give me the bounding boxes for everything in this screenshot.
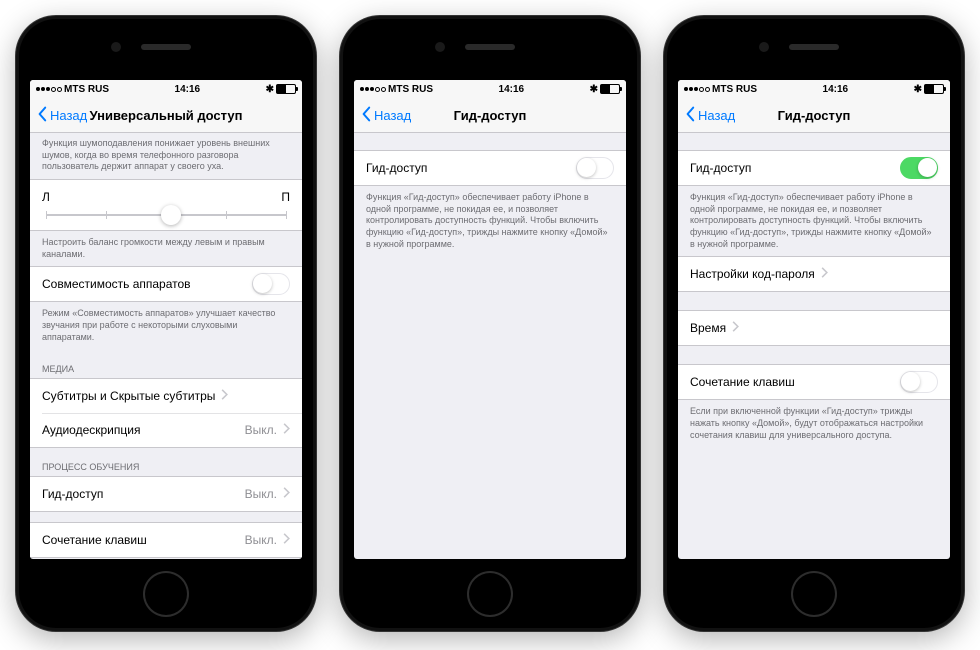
balance-slider-cell: Л П: [30, 180, 302, 230]
audiodesc-value: Выкл.: [245, 423, 277, 437]
subtitles-cell[interactable]: Субтитры и Скрытые субтитры: [30, 379, 302, 413]
hearing-aid-label: Совместимость аппаратов: [42, 277, 191, 291]
back-label: Назад: [50, 108, 87, 123]
guided-access-toggle-cell[interactable]: Гид-доступ: [354, 151, 626, 185]
guided-access-toggle[interactable]: [900, 157, 938, 179]
guided-access-label: Гид-доступ: [42, 487, 103, 501]
guided-access-toggle[interactable]: [576, 157, 614, 179]
battery-icon: [924, 84, 944, 94]
slider-right-label: П: [281, 190, 290, 204]
bluetooth-icon: ✱: [590, 84, 598, 95]
shortcut-toggle-cell[interactable]: Сочетание клавиш: [678, 365, 950, 399]
guided-access-label: Гид-доступ: [690, 161, 751, 175]
status-bar: MTS RUS 14:16 ✱: [678, 80, 950, 98]
guided-access-label: Гид-доступ: [366, 161, 427, 175]
chevron-right-icon: [283, 423, 290, 437]
balance-slider[interactable]: [46, 214, 286, 216]
phone-1: MTS RUS 14:16 ✱ Назад Универсальный дост…: [16, 16, 316, 631]
balance-note: Настроить баланс громкости между левым и…: [30, 231, 302, 266]
chevron-right-icon: [732, 321, 739, 335]
audiodesc-cell[interactable]: Аудиодескрипция Выкл.: [30, 413, 302, 447]
chevron-left-icon: [684, 106, 696, 125]
status-bar: MTS RUS 14:16 ✱: [354, 80, 626, 98]
chevron-right-icon: [283, 533, 290, 547]
nav-bar: Назад Гид-доступ: [678, 98, 950, 133]
shortcut-label: Сочетание клавиш: [690, 375, 795, 389]
bluetooth-icon: ✱: [266, 84, 274, 95]
learning-header: ПРОЦЕСС ОБУЧЕНИЯ: [30, 448, 302, 476]
chevron-right-icon: [821, 267, 828, 281]
phone-3: MTS RUS 14:16 ✱ Назад Гид-доступ Гид-дос…: [664, 16, 964, 631]
shortcut-label: Сочетание клавиш: [42, 533, 147, 547]
audiodesc-label: Аудиодескрипция: [42, 423, 140, 437]
guided-access-note: Функция «Гид-доступ» обеспечивает работу…: [678, 186, 950, 256]
carrier-label: MTS RUS: [64, 84, 109, 95]
back-button[interactable]: Назад: [678, 106, 735, 125]
bluetooth-icon: ✱: [914, 84, 922, 95]
time-label: Время: [690, 321, 726, 335]
hearing-aid-toggle[interactable]: [252, 273, 290, 295]
chevron-left-icon: [360, 106, 372, 125]
guided-access-value: Выкл.: [245, 487, 277, 501]
shortcut-value: Выкл.: [245, 533, 277, 547]
home-button[interactable]: [467, 571, 513, 617]
hearing-note: Режим «Совместимость аппаратов» улучшает…: [30, 302, 302, 349]
chevron-right-icon: [221, 389, 228, 403]
time-cell[interactable]: Время: [678, 311, 950, 345]
passcode-settings-cell[interactable]: Настройки код-пароля: [678, 257, 950, 291]
guided-access-toggle-cell[interactable]: Гид-доступ: [678, 151, 950, 185]
noise-note: Функция шумоподавления понижает уровень …: [30, 132, 302, 179]
shortcut-note: Если при включенной функции «Гид-доступ»…: [678, 400, 950, 447]
home-button[interactable]: [143, 571, 189, 617]
shortcut-toggle[interactable]: [900, 371, 938, 393]
back-button[interactable]: Назад: [30, 106, 87, 125]
back-button[interactable]: Назад: [354, 106, 411, 125]
guided-access-cell[interactable]: Гид-доступ Выкл.: [30, 477, 302, 511]
battery-icon: [600, 84, 620, 94]
passcode-label: Настройки код-пароля: [690, 267, 815, 281]
status-bar: MTS RUS 14:16 ✱: [30, 80, 302, 98]
home-button[interactable]: [791, 571, 837, 617]
battery-icon: [276, 84, 296, 94]
media-header: МЕДИА: [30, 350, 302, 378]
phone-2: MTS RUS 14:16 ✱ Назад Гид-доступ Гид-дос…: [340, 16, 640, 631]
shortcut-cell[interactable]: Сочетание клавиш Выкл.: [30, 523, 302, 557]
chevron-right-icon: [283, 487, 290, 501]
hearing-aid-cell[interactable]: Совместимость аппаратов: [30, 267, 302, 301]
guided-access-note: Функция «Гид-доступ» обеспечивает работу…: [354, 186, 626, 256]
status-time: 14:16: [175, 84, 201, 95]
slider-left-label: Л: [42, 190, 50, 204]
chevron-left-icon: [36, 106, 48, 125]
nav-bar: Назад Гид-доступ: [354, 98, 626, 133]
subtitles-label: Субтитры и Скрытые субтитры: [42, 389, 215, 403]
nav-bar: Назад Универсальный доступ: [30, 98, 302, 133]
